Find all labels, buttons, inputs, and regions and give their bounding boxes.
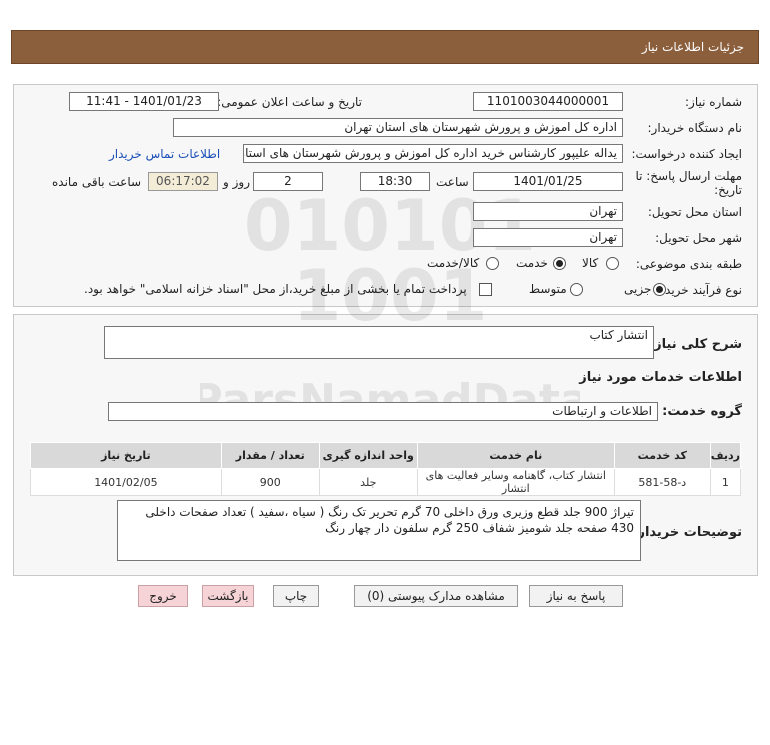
process-label: نوع فرآیند خرید : xyxy=(657,283,742,297)
services-heading: اطلاعات خدمات مورد نیاز xyxy=(579,370,742,385)
buyer-notes-line-2: 430 صفحه جلد شومیز شفاف 250 گرم سلفون دا… xyxy=(325,521,634,535)
cell-need-date: 1401/02/05 xyxy=(30,468,222,496)
print-button[interactable]: چاپ xyxy=(273,585,319,607)
buyer-contact-link[interactable]: اطلاعات تماس خریدار xyxy=(109,147,220,161)
reply-button[interactable]: پاسخ به نیاز xyxy=(529,585,623,607)
announce-label: تاریخ و ساعت اعلان عمومی: xyxy=(217,95,362,109)
buyer-notes-box: تیراژ 900 جلد قطع وزیری ورق داخلی 70 گرم… xyxy=(117,500,641,561)
page-title: جزئیات اطلاعات نیاز xyxy=(641,40,744,54)
services-table: ردیف کد خدمت نام خدمت واحد اندازه گیری ت… xyxy=(30,442,742,496)
category-radio-goods-service[interactable] xyxy=(486,257,499,270)
cell-quantity: 900 xyxy=(220,468,320,496)
deadline-label: مهلت ارسال پاسخ: تا xyxy=(635,169,742,183)
creator-field: یداله علیپور کارشناس خرید اداره کل اموزش… xyxy=(243,144,623,163)
category-label: طبقه بندی موضوعی: xyxy=(635,257,742,271)
process-medium-label: متوسط xyxy=(529,282,567,296)
deadline-time-field: 18:30 xyxy=(360,172,430,191)
view-attachments-button[interactable]: مشاهده مدارک پیوستی (0) xyxy=(354,585,518,607)
treasury-checkbox[interactable] xyxy=(479,283,492,296)
table-header-row: ردیف کد خدمت نام خدمت واحد اندازه گیری ت… xyxy=(30,442,742,469)
category-goods-label: کالا xyxy=(582,256,599,270)
category-goods-service-label: کالا/خدمت xyxy=(427,256,480,270)
col-need-date: تاریخ نیاز xyxy=(30,442,222,469)
announce-field: 1401/01/23 - 11:41 xyxy=(69,92,219,111)
buyer-org-label: نام دستگاه خریدار: xyxy=(647,121,743,135)
col-row: ردیف xyxy=(709,442,742,469)
buyer-notes-label: توضیحات خریدار: xyxy=(632,525,742,540)
days-field: 2 xyxy=(253,172,323,191)
category-radio-service[interactable] xyxy=(553,257,566,270)
process-minor-label: جزیی xyxy=(624,282,652,296)
category-radio-goods[interactable] xyxy=(606,257,619,270)
city-field: تهران xyxy=(473,228,623,247)
general-desc-label: شرح کلی نیاز: xyxy=(648,337,742,352)
service-group-field: اطلاعات و ارتباطات xyxy=(108,402,658,421)
province-label: استان محل تحویل: xyxy=(647,205,742,219)
cell-code: د-58-581 xyxy=(613,468,711,496)
creator-label: ایجاد کننده درخواست: xyxy=(631,147,742,161)
need-number-label: شماره نیاز: xyxy=(685,95,742,109)
col-quantity: تعداد / مقدار xyxy=(220,442,320,469)
province-field: تهران xyxy=(473,202,623,221)
category-service-label: خدمت xyxy=(516,256,548,270)
col-unit: واحد اندازه گیری xyxy=(318,442,418,469)
col-service-name: نام خدمت xyxy=(416,442,615,469)
need-number-field: 1101003044000001 xyxy=(473,92,623,111)
process-radio-minor[interactable] xyxy=(653,283,666,296)
table-row: 1 د-58-581 انتشار کتاب، گاهنامه وسایر فع… xyxy=(30,468,742,496)
deadline-label-date: تاریخ: xyxy=(714,183,742,197)
buyer-notes-line-1: تیراژ 900 جلد قطع وزیری ورق داخلی 70 گرم… xyxy=(145,505,634,519)
buyer-org-field: اداره کل اموزش و پرورش شهرستان های استان… xyxy=(173,118,623,137)
deadline-time-label: ساعت xyxy=(436,175,469,189)
general-desc-field: انتشار کتاب xyxy=(104,326,654,359)
process-radio-medium[interactable] xyxy=(570,283,583,296)
cell-row: 1 xyxy=(709,468,742,496)
days-label: روز و xyxy=(223,175,250,189)
page-header: جزئیات اطلاعات نیاز xyxy=(11,30,759,64)
service-group-label: گروه خدمت: xyxy=(662,404,742,419)
remaining-label: ساعت باقی مانده xyxy=(52,175,142,189)
cell-service-name: انتشار کتاب، گاهنامه وسایر فعالیت های ان… xyxy=(416,468,615,496)
treasury-note: پرداخت تمام یا بخشی از مبلغ خرید،از محل … xyxy=(84,282,467,296)
exit-button[interactable]: خروج xyxy=(138,585,188,607)
back-button[interactable]: بازگشت xyxy=(202,585,254,607)
cell-unit: جلد xyxy=(318,468,418,496)
remaining-time-field: 06:17:02 xyxy=(148,172,218,191)
city-label: شهر محل تحویل: xyxy=(655,231,742,245)
col-code: کد خدمت xyxy=(613,442,711,469)
deadline-date-field: 1401/01/25 xyxy=(473,172,623,191)
